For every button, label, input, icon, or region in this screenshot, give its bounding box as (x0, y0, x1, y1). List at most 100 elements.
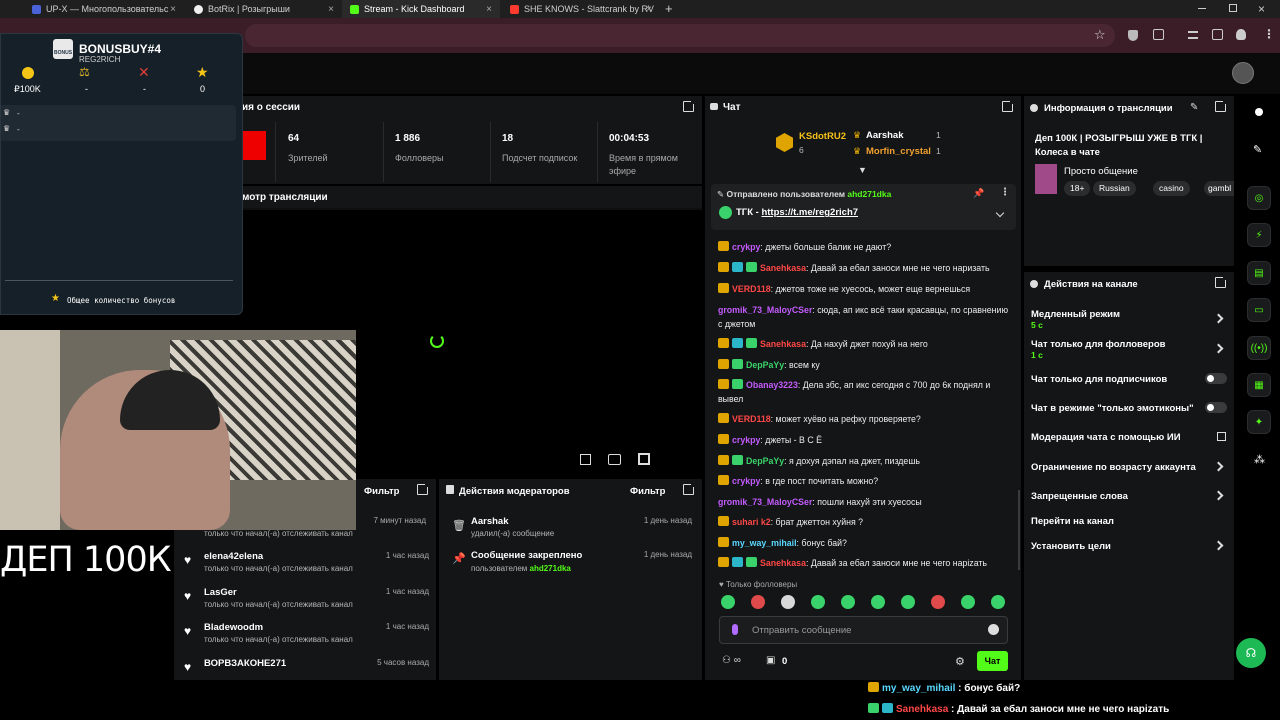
emote-icon[interactable] (721, 595, 735, 609)
info-sidebar-icon[interactable] (1255, 108, 1263, 116)
pinned-user[interactable]: ahd271dka (847, 189, 891, 199)
theater-mode-icon[interactable] (608, 454, 621, 465)
chat-input[interactable]: Отправить сообщение (719, 616, 1008, 644)
chat-username[interactable]: suhari k2 (732, 517, 771, 527)
stream-tag[interactable]: Russian (1093, 181, 1136, 196)
edit-pencil-icon[interactable]: ✎ (1190, 102, 1198, 113)
top-gifter-name[interactable]: KSdotRU2 (799, 131, 846, 142)
popout-icon[interactable] (683, 482, 696, 495)
emote-icon[interactable] (781, 595, 795, 609)
sidebar-toggle-icon[interactable] (1212, 29, 1223, 40)
pip-icon[interactable] (580, 454, 591, 465)
subs-only-toggle[interactable] (1205, 373, 1227, 384)
chat-settings-gear-icon[interactable]: ⚙ (955, 655, 965, 668)
chat-username[interactable]: gromik_73_MaloyCSer (718, 305, 812, 315)
filter-button[interactable]: Фильтр (364, 486, 399, 497)
unpin-icon[interactable]: 📌 (973, 188, 984, 199)
maximize-icon[interactable] (1229, 4, 1237, 12)
action-slow-mode[interactable]: Медленный режим 5 с (1031, 309, 1120, 330)
action-account-age[interactable]: Ограничение по возрасту аккаунта (1031, 462, 1196, 473)
emote-only-toggle[interactable] (1205, 402, 1227, 413)
send-chat-button[interactable]: Чат (977, 651, 1008, 671)
close-tab-icon[interactable]: × (328, 4, 334, 15)
wrench-sidebar-icon[interactable]: ✦ (1247, 410, 1271, 434)
chat-username[interactable]: crykpy (732, 242, 760, 252)
action-go-to-channel[interactable]: Перейти на канал (1031, 516, 1114, 527)
expand-pinned-icon[interactable] (995, 208, 1005, 218)
follower-name[interactable]: elena42elena (204, 551, 263, 562)
chat-username[interactable]: Sanehkasa (760, 339, 806, 349)
chat-username[interactable]: VERD118 (732, 414, 771, 424)
chat-username[interactable]: Obanay3223 (746, 380, 798, 390)
pinned-menu-icon[interactable]: ⋮ (1000, 187, 1010, 198)
action-banned-words[interactable]: Запрещенные слова (1031, 491, 1128, 502)
chat-username[interactable]: VERD118 (732, 284, 771, 294)
minimize-icon[interactable] (1198, 8, 1206, 9)
profile-icon[interactable] (1236, 29, 1246, 40)
chat-username[interactable]: crykpy (732, 476, 760, 486)
extensions-icon[interactable] (1153, 29, 1164, 40)
top-gifter-name[interactable]: Morfin_crystal (866, 146, 931, 157)
chat-scrollbar[interactable] (1018, 490, 1020, 570)
chat-username[interactable]: Sanehkasa (760, 263, 806, 273)
close-window-icon[interactable]: × (1258, 2, 1265, 16)
emote-icon[interactable] (751, 595, 765, 609)
emote-icon[interactable] (901, 595, 915, 609)
browser-tab[interactable]: UP-X — Многопользовательс × (24, 0, 184, 18)
support-headset-icon[interactable]: ☊ (1236, 638, 1266, 668)
pinned-link[interactable]: https://t.me/reg2rich7 (761, 207, 858, 218)
emote-icon[interactable] (841, 595, 855, 609)
stream-tag[interactable]: casino (1153, 181, 1190, 196)
chat-username[interactable]: DepPaYy (746, 456, 784, 466)
stream-category[interactable]: Просто общение (1064, 166, 1138, 177)
expand-leaderboard-icon[interactable]: ▼ (858, 165, 867, 175)
gift-icon[interactable]: ▣ (766, 655, 775, 666)
close-tab-icon[interactable]: × (646, 4, 652, 15)
media-controls-icon[interactable] (1188, 31, 1198, 39)
filter-button[interactable]: Фильтр (630, 486, 665, 497)
focus-sidebar-icon[interactable]: ◎ (1247, 186, 1271, 210)
chat-username[interactable]: Sanehkasa (760, 558, 806, 568)
broadcast-sidebar-icon[interactable]: ((•)) (1247, 336, 1271, 360)
popout-icon[interactable] (1002, 99, 1015, 112)
close-tab-icon[interactable]: × (486, 4, 492, 15)
browser-tab[interactable]: SHE KNOWS - Slattcrank by RV × (502, 0, 660, 18)
chat-username[interactable]: crykpy (732, 435, 760, 445)
chat-username[interactable]: DepPaYy (746, 360, 784, 370)
external-link-icon[interactable] (1217, 432, 1226, 441)
mod-action-name[interactable]: Aarshak (471, 516, 509, 527)
chat-username[interactable]: my_way_mihail (732, 538, 797, 548)
emote-icon[interactable] (961, 595, 975, 609)
popout-icon[interactable] (1215, 99, 1228, 112)
action-ai-moderation[interactable]: Модерация чата с помощью ИИ (1031, 432, 1181, 443)
stream-tag[interactable]: gambl (1204, 181, 1234, 196)
stream-tag[interactable]: 18+ (1064, 181, 1091, 196)
mod-action-name[interactable]: Сообщение закреплено (471, 550, 582, 561)
fullscreen-icon[interactable] (638, 453, 650, 465)
follower-name[interactable]: ВОРВЗАКОНЕ271 (204, 658, 286, 669)
infinity-icon[interactable]: ⚇ ∞ (722, 655, 741, 666)
action-followers-only[interactable]: Чат только для фолловеров 1 с (1031, 339, 1165, 360)
lightning-sidebar-icon[interactable]: ⚡ (1247, 223, 1271, 247)
emote-icon[interactable] (991, 595, 1005, 609)
chat-sidebar-icon[interactable]: ▭ (1247, 298, 1271, 322)
shield-extension-icon[interactable] (1128, 30, 1138, 41)
popout-icon[interactable] (417, 482, 430, 495)
new-tab-button[interactable]: + (665, 1, 673, 16)
follower-name[interactable]: LasGer (204, 587, 237, 598)
follower-name[interactable]: Bladewoodm (204, 622, 263, 633)
emoji-picker-icon[interactable] (988, 624, 999, 635)
emote-icon[interactable] (931, 595, 945, 609)
mic-icon[interactable] (732, 624, 738, 635)
action-set-goals[interactable]: Установить цели (1031, 541, 1111, 552)
chat-username[interactable]: gromik_73_MaloyCSer (718, 497, 812, 507)
browser-tab-active[interactable]: Stream - Kick Dashboard × (342, 0, 500, 18)
mod-action-user[interactable]: ahd271dka (530, 564, 571, 573)
list-sidebar-icon[interactable]: ▤ (1247, 261, 1271, 285)
bookmark-star-icon[interactable]: ☆ (1094, 27, 1106, 43)
layout-sidebar-icon[interactable]: ▦ (1247, 373, 1271, 397)
browser-menu-icon[interactable]: ⋮ (1263, 27, 1275, 41)
close-tab-icon[interactable]: × (170, 4, 176, 15)
emote-icon[interactable] (871, 595, 885, 609)
top-gifter-name[interactable]: Aarshak (866, 130, 904, 141)
